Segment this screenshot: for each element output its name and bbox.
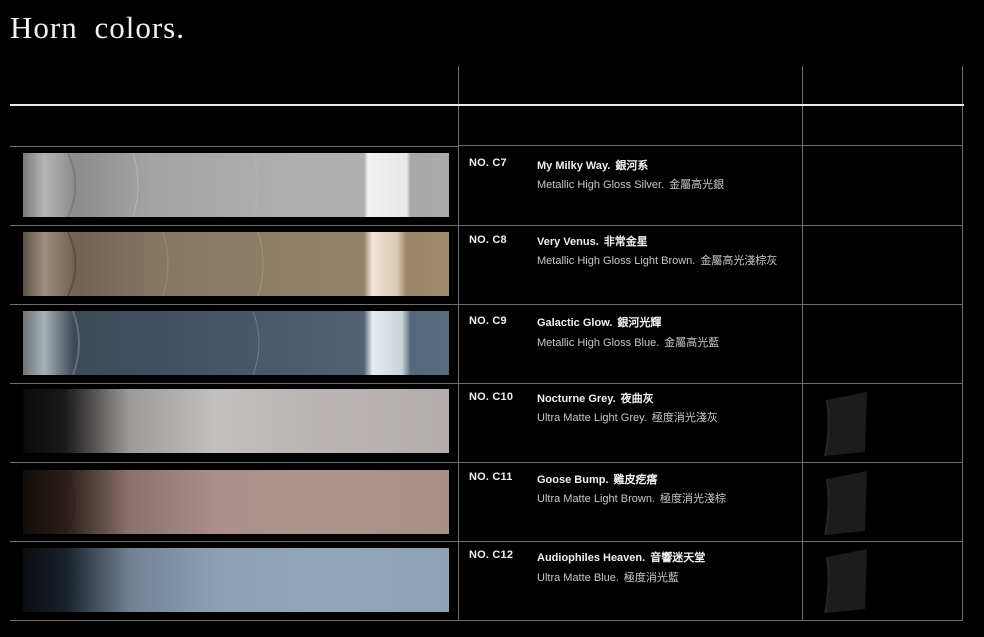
finish-zh: 極度消光淺灰: [651, 412, 718, 424]
row-divider: [10, 225, 963, 226]
finish-zh: 金屬高光藍: [664, 337, 720, 349]
table-top-rule: [10, 104, 964, 106]
finish-zh: 金屬高光銀: [669, 179, 725, 191]
color-name-en: Goose Bump.: [537, 474, 609, 486]
color-name-zh: 夜曲灰: [620, 393, 654, 405]
finish-en: Metallic High Gloss Blue.: [537, 337, 660, 349]
color-name: Audiophiles Heaven. 音響迷天堂: [537, 549, 705, 565]
color-name-en: Audiophiles Heaven.: [537, 552, 646, 564]
color-name-en: Very Venus.: [537, 236, 599, 248]
brown-horn-image: [23, 232, 449, 296]
color-name-zh: 非常金星: [603, 236, 648, 248]
table-right-border: [962, 66, 963, 620]
finish-en: Ultra Matte Light Brown.: [537, 493, 655, 505]
finish-en: Metallic High Gloss Light Brown.: [537, 255, 696, 267]
column-divider: [802, 66, 803, 620]
color-name: Very Venus. 非常金星: [537, 233, 648, 249]
page-title: Horn colors.: [10, 10, 185, 45]
swatch-c10: [23, 389, 449, 453]
swatch-c9: [23, 311, 449, 375]
color-code: NO. C8: [469, 234, 507, 246]
color-name: Goose Bump. 雞皮疙瘩: [537, 471, 658, 487]
row-divider: [10, 462, 963, 463]
row-divider: [458, 145, 963, 146]
row-divider: [10, 304, 963, 305]
color-name-en: Galactic Glow.: [537, 317, 613, 329]
finish-en: Ultra Matte Light Grey.: [537, 412, 647, 424]
light-brown-horn-image: [23, 470, 449, 534]
finish-en: Ultra Matte Blue.: [537, 572, 619, 584]
grey-horn-image: [23, 389, 449, 453]
color-code: NO. C7: [469, 157, 507, 169]
swatch-c11: [23, 470, 449, 534]
blue-horn-image: [23, 311, 449, 375]
finish-description: Ultra Matte Light Brown. 極度消光淺棕: [537, 490, 726, 506]
matte-blue-sample-image: [824, 549, 867, 613]
finish-description: Metallic High Gloss Silver. 金屬高光銀: [537, 176, 724, 192]
swatch-c8: [23, 232, 449, 296]
color-code: NO. C11: [469, 471, 513, 483]
row-divider: [10, 541, 963, 542]
row-divider: [10, 383, 963, 384]
color-name-en: My Milky Way.: [537, 160, 611, 172]
finish-description: Ultra Matte Light Grey. 極度消光淺灰: [537, 409, 718, 425]
finish-description: Ultra Matte Blue. 極度消光藍: [537, 569, 679, 585]
swatch-c12: [23, 548, 449, 612]
finish-zh: 極度消光淺棕: [660, 493, 726, 505]
finish-description: Metallic High Gloss Blue. 金屬高光藍: [537, 334, 719, 350]
row-divider: [10, 146, 459, 147]
finish-description: Metallic High Gloss Light Brown. 金屬高光淺棕灰: [537, 252, 777, 268]
color-name-zh: 銀河系: [615, 160, 649, 172]
color-name: Galactic Glow. 銀河光輝: [537, 314, 661, 330]
swatch-c7: [23, 153, 449, 217]
color-name: Nocturne Grey. 夜曲灰: [537, 390, 654, 406]
finish-zh: 極度消光藍: [623, 572, 679, 584]
matte-brown-sample-image: [824, 471, 867, 535]
color-code: NO. C12: [469, 549, 514, 561]
color-name-zh: 雞皮疙瘩: [613, 474, 658, 486]
table-bottom-border: [10, 620, 963, 621]
color-name-zh: 銀河光輝: [617, 317, 662, 329]
color-name: My Milky Way. 銀河系: [537, 157, 648, 173]
color-code: NO. C10: [469, 391, 514, 403]
finish-zh: 金屬高光淺棕灰: [700, 255, 778, 267]
finish-en: Metallic High Gloss Silver.: [537, 179, 665, 191]
column-divider: [458, 66, 459, 620]
matte-blue-horn-image: [23, 548, 449, 612]
silver-horn-image: [23, 153, 449, 217]
color-name-zh: 音響迷天堂: [650, 552, 706, 564]
matte-grey-sample-image: [824, 392, 867, 456]
color-name-en: Nocturne Grey.: [537, 393, 616, 405]
color-code: NO. C9: [469, 315, 507, 327]
